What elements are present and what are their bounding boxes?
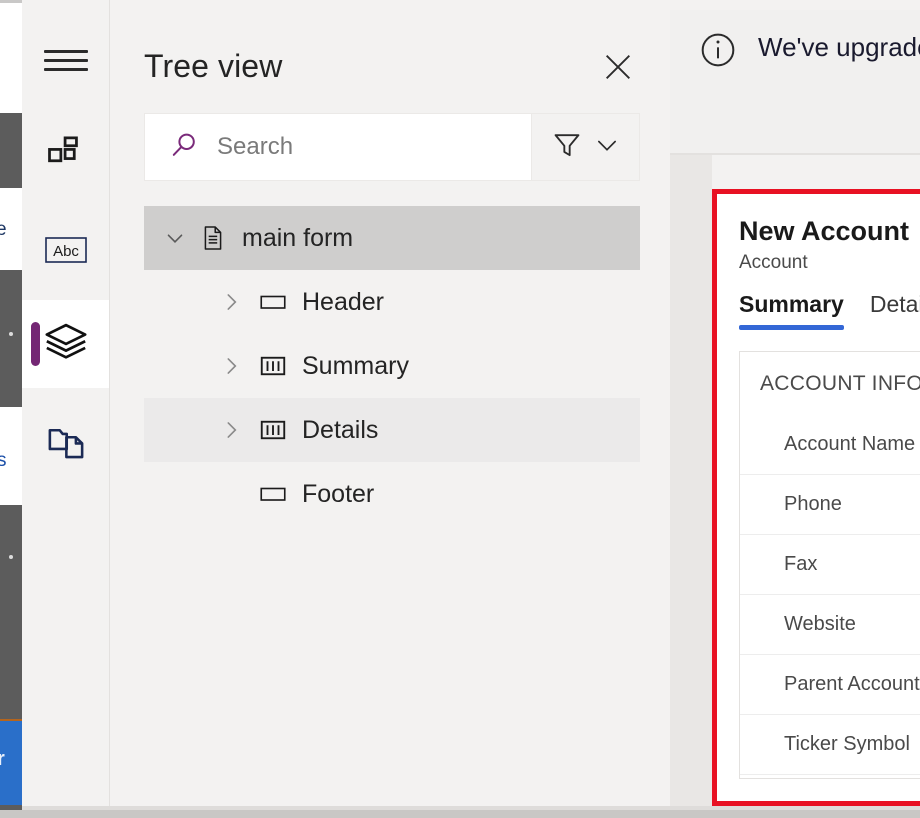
field-row-empty xyxy=(740,774,920,801)
abc-text-icon: Abc xyxy=(45,235,87,270)
tree-node-label: Footer xyxy=(302,479,375,508)
close-panel-button[interactable] xyxy=(596,45,640,89)
search-input[interactable] xyxy=(217,133,517,161)
tree-view-panel: Tree view Search main form Header Summar… xyxy=(110,10,670,810)
sidebar-item-text[interactable]: Abc xyxy=(22,208,110,296)
edge-blue-top-line xyxy=(0,719,22,721)
columns-icon xyxy=(258,351,288,381)
tree-row[interactable]: Footer xyxy=(144,462,640,526)
sidebar-item-components[interactable] xyxy=(22,112,110,200)
layers-tree-icon xyxy=(43,319,89,370)
edge-clipped-text-3: r xyxy=(0,749,5,769)
edge-segment-dark-3 xyxy=(0,505,22,719)
edge-segment-white-3: s xyxy=(0,407,22,505)
filter-funnel-icon xyxy=(551,129,583,166)
chevron-right-icon[interactable] xyxy=(218,417,244,443)
columns-icon xyxy=(258,415,288,445)
tree-row[interactable]: main form xyxy=(144,206,640,270)
edge-dot-1 xyxy=(9,332,13,336)
notification-divider xyxy=(670,153,920,155)
background-window-edge-strip: e s r xyxy=(0,0,22,818)
copy-pages-icon xyxy=(44,420,88,469)
edge-segment-blue: r xyxy=(0,719,22,805)
edge-segment-dark-1 xyxy=(0,113,22,188)
notification-bar: We've upgraded xyxy=(670,10,920,153)
tree-row[interactable]: Summary xyxy=(144,334,640,398)
edge-segment-white-2: e xyxy=(0,188,22,270)
tab-details[interactable]: Details xyxy=(870,291,920,330)
document-icon xyxy=(198,223,228,253)
rectangle-icon xyxy=(258,479,288,509)
chevron-right-icon[interactable] xyxy=(218,289,244,315)
chevron-down-icon xyxy=(593,131,621,164)
field-label: Phone xyxy=(784,493,842,515)
tree-node-label: Summary xyxy=(302,351,409,380)
edge-dot-2 xyxy=(9,555,13,559)
form-subtitle: Account xyxy=(739,252,808,273)
chevron-right-icon[interactable] xyxy=(218,353,244,379)
chevron-down-icon[interactable] xyxy=(162,225,188,251)
form-preview: New Account Account Summary Details ACCO… xyxy=(717,194,920,801)
section-header: ACCOUNT INFOR xyxy=(760,372,920,395)
hamburger-menu-icon xyxy=(44,44,88,77)
field-label: Account Name xyxy=(784,432,916,455)
field-row[interactable]: Ticker Symbol xyxy=(740,714,920,774)
field-label: Fax xyxy=(784,553,818,575)
tree-node-list: main form Header Summary Details Footer xyxy=(144,206,640,526)
search-icon xyxy=(169,129,201,166)
active-indicator-pill xyxy=(31,322,40,366)
form-tabs: Summary Details xyxy=(739,291,920,330)
edge-segment-dark-2 xyxy=(0,270,22,407)
components-grid-icon xyxy=(44,132,88,181)
page-title: Tree view xyxy=(144,48,283,84)
account-information-card: ACCOUNT INFOR Account Name Phone Fax Web… xyxy=(739,351,920,779)
svg-text:Abc: Abc xyxy=(53,243,79,260)
field-label: Website xyxy=(784,613,856,635)
field-label: Parent Account xyxy=(784,673,920,695)
close-icon xyxy=(601,50,635,84)
nav-rail: Abc xyxy=(22,0,110,818)
tree-node-label: main form xyxy=(242,223,354,252)
edge-clipped-text-2: s xyxy=(0,451,7,470)
edge-clipped-text-1: e xyxy=(0,220,7,239)
tree-row[interactable]: Details xyxy=(144,398,640,462)
tab-summary[interactable]: Summary xyxy=(739,291,844,330)
info-circle-icon xyxy=(698,30,738,75)
field-label: Ticker Symbol xyxy=(784,733,910,755)
form-preview-highlight: New Account Account Summary Details ACCO… xyxy=(712,189,920,806)
field-list: Account Name Phone Fax Website Parent Ac… xyxy=(740,414,920,801)
tree-node-label: Header xyxy=(302,287,384,316)
field-row[interactable]: Parent Account xyxy=(740,654,920,714)
bottom-bar xyxy=(0,810,920,818)
tree-node-label: Details xyxy=(302,415,379,444)
sidebar-item-tree-view[interactable] xyxy=(22,300,110,388)
sidebar-item-pages[interactable] xyxy=(22,400,110,488)
screen-root: e s r Abc Tree view Search main form Hea… xyxy=(0,0,920,818)
hamburger-menu-button[interactable] xyxy=(22,20,110,100)
edge-segment-white-1 xyxy=(0,3,22,113)
search-row xyxy=(144,113,640,181)
search-box[interactable] xyxy=(144,113,532,181)
tree-row[interactable]: Header xyxy=(144,270,640,334)
field-row[interactable]: Account Name xyxy=(740,414,920,474)
filter-button[interactable] xyxy=(532,113,640,181)
field-row[interactable]: Phone xyxy=(740,474,920,534)
form-title: New Account xyxy=(739,216,910,246)
tree-panel-header: Tree view xyxy=(110,10,670,108)
field-row[interactable]: Website xyxy=(740,594,920,654)
field-row[interactable]: Fax xyxy=(740,534,920,594)
rectangle-icon xyxy=(258,287,288,317)
notification-message: We've upgraded xyxy=(758,32,920,62)
